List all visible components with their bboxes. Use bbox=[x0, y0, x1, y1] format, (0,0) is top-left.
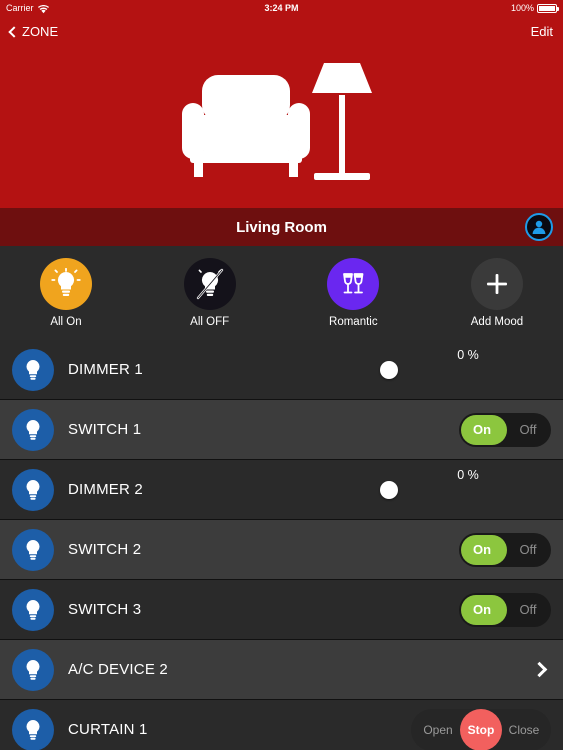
device-name: DIMMER 2 bbox=[68, 481, 143, 498]
lightbulb-off-icon bbox=[183, 258, 236, 310]
lightbulb-icon bbox=[12, 468, 54, 511]
room-title: Living Room bbox=[236, 218, 327, 236]
toggle-on-label[interactable]: On bbox=[459, 422, 505, 437]
lightbulb-icon bbox=[12, 348, 54, 391]
device-list: DIMMER 1 0 % SWITCH 1 On Off DIMMER 2 0 … bbox=[0, 340, 563, 750]
toggle-off-label[interactable]: Off bbox=[505, 602, 551, 617]
status-bar: Carrier 3:24 PM 100% bbox=[0, 0, 563, 16]
device-control[interactable]: On Off bbox=[459, 592, 551, 627]
device-row-switch-3[interactable]: SWITCH 3 On Off bbox=[0, 580, 563, 640]
curtain-open-button[interactable]: Open bbox=[417, 723, 459, 737]
device-name: CURTAIN 1 bbox=[68, 721, 148, 738]
toggle-off-label[interactable]: Off bbox=[505, 422, 551, 437]
on-off-toggle[interactable]: On Off bbox=[459, 592, 551, 627]
mood-all-off[interactable]: All OFF bbox=[162, 258, 258, 328]
edit-button[interactable]: Edit bbox=[531, 24, 553, 39]
device-row-curtain-1[interactable]: CURTAIN 1 Open Stop Close bbox=[0, 700, 563, 750]
on-off-toggle[interactable]: On Off bbox=[459, 532, 551, 567]
device-name: SWITCH 3 bbox=[68, 601, 142, 618]
lightbulb-icon bbox=[12, 648, 54, 691]
device-row-switch-2[interactable]: SWITCH 2 On Off bbox=[0, 520, 563, 580]
device-row-dimmer-2[interactable]: DIMMER 2 0 % bbox=[0, 460, 563, 520]
mood-label: All On bbox=[50, 316, 82, 328]
device-name: SWITCH 2 bbox=[68, 541, 142, 558]
back-button[interactable]: ZONE bbox=[8, 24, 59, 39]
lightbulb-icon bbox=[12, 708, 54, 750]
armchair-and-floor-lamp-icon bbox=[172, 55, 392, 200]
mood-all-on[interactable]: All On bbox=[18, 258, 114, 328]
carrier-label: Carrier bbox=[6, 3, 34, 13]
device-name: SWITCH 1 bbox=[68, 421, 142, 438]
back-button-label: ZONE bbox=[22, 24, 59, 39]
slider-knob[interactable] bbox=[380, 480, 398, 499]
status-left: Carrier bbox=[6, 3, 49, 14]
device-name: A/C DEVICE 2 bbox=[68, 661, 168, 678]
nav-bar: ZONE Edit bbox=[0, 16, 563, 47]
user-avatar-icon[interactable] bbox=[525, 213, 553, 241]
lightbulb-on-icon bbox=[40, 258, 92, 310]
device-control[interactable]: On Off bbox=[459, 412, 551, 447]
mood-label: All OFF bbox=[190, 316, 230, 328]
device-row-switch-1[interactable]: SWITCH 1 On Off bbox=[0, 400, 563, 460]
room-title-bar: Living Room bbox=[0, 208, 563, 246]
mood-label: Add Mood bbox=[470, 316, 524, 328]
lightbulb-icon bbox=[12, 528, 54, 571]
chevron-right-icon[interactable] bbox=[531, 661, 548, 678]
device-control[interactable]: On Off bbox=[459, 532, 551, 567]
battery-full-icon bbox=[537, 3, 559, 13]
device-control[interactable]: Open Stop Close bbox=[411, 708, 551, 750]
status-time: 3:24 PM bbox=[264, 3, 299, 13]
device-row-ac-device-2[interactable]: A/C DEVICE 2 bbox=[0, 640, 563, 700]
dimmer-value-label: 0 % bbox=[457, 467, 479, 482]
mood-label: Romantic bbox=[329, 316, 378, 328]
mood-romantic[interactable]: Romantic bbox=[305, 258, 401, 328]
dimmer-value-label: 0 % bbox=[457, 347, 479, 362]
mood-bar: All On All OFF Romantic Add Mood bbox=[0, 246, 563, 340]
device-control[interactable] bbox=[531, 661, 551, 678]
toggle-on-label[interactable]: On bbox=[459, 602, 505, 617]
curtain-control[interactable]: Open Stop Close bbox=[411, 708, 551, 750]
lightbulb-icon bbox=[12, 408, 54, 451]
battery-percent-label: 100% bbox=[510, 3, 534, 13]
curtain-close-button[interactable]: Close bbox=[503, 723, 545, 737]
lightbulb-icon bbox=[12, 588, 54, 631]
chevron-left-icon bbox=[8, 25, 20, 38]
toggle-off-label[interactable]: Off bbox=[505, 542, 551, 557]
status-right: 100% bbox=[510, 3, 559, 13]
wifi-icon bbox=[37, 4, 49, 14]
device-name: DIMMER 1 bbox=[68, 361, 143, 378]
wine-glasses-icon bbox=[327, 258, 380, 310]
curtain-stop-button[interactable]: Stop bbox=[460, 708, 502, 750]
app-root: Carrier 3:24 PM 100% ZONE Edit Living Ro… bbox=[0, 0, 563, 750]
on-off-toggle[interactable]: On Off bbox=[459, 412, 551, 447]
plus-icon bbox=[470, 258, 523, 310]
toggle-on-label[interactable]: On bbox=[459, 542, 505, 557]
device-row-dimmer-1[interactable]: DIMMER 1 0 % bbox=[0, 340, 563, 400]
mood-add[interactable]: Add Mood bbox=[449, 258, 545, 328]
slider-knob[interactable] bbox=[380, 360, 398, 379]
hero-banner bbox=[0, 47, 563, 208]
